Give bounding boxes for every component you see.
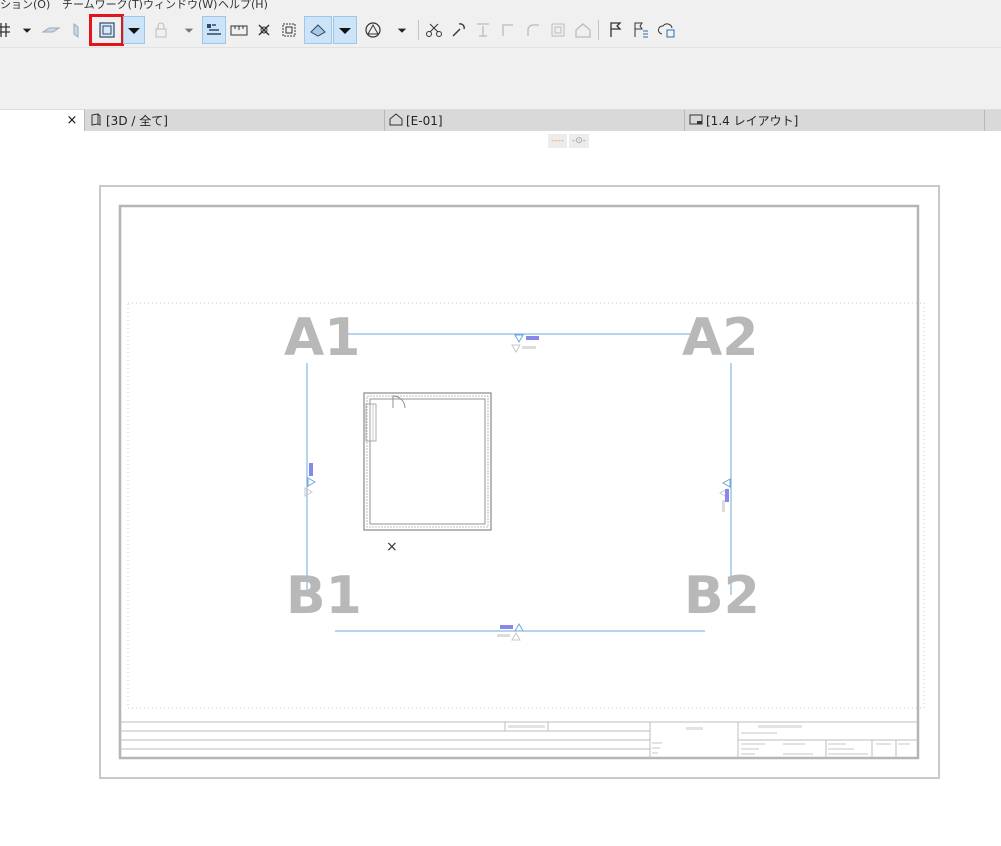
surface-icon[interactable] — [362, 16, 384, 44]
dimension-icon[interactable] — [228, 16, 250, 44]
flag-list-icon[interactable] — [630, 16, 652, 44]
tab-3d-view[interactable]: [3D / 全て] — [84, 110, 384, 131]
chevron-down-icon[interactable] — [395, 16, 409, 44]
grid-snap-icon[interactable] — [0, 16, 16, 44]
grid-label-a1: A1 — [284, 308, 360, 368]
visibility-eye-icon[interactable]: -⊙- — [569, 134, 590, 148]
grid-label-b1: B1 — [286, 566, 362, 626]
suspend-group-icon[interactable] — [304, 16, 332, 44]
tab-label: [1.4 レイアウト] — [706, 114, 799, 128]
origin-marker-icon: × — [386, 539, 398, 555]
flag-icon[interactable] — [604, 16, 626, 44]
tab-elevation[interactable]: [E-01] — [384, 110, 684, 131]
menu-options[interactable]: ション(O) — [0, 0, 50, 12]
slab-icon[interactable] — [40, 16, 62, 44]
drawing-canvas[interactable]: A1 A2 B1 B2 × — [0, 131, 1001, 846]
group-select-icon[interactable] — [278, 16, 300, 44]
tab-label: [3D / 全て] — [106, 114, 168, 128]
intersect-icon[interactable] — [497, 16, 519, 44]
cross-snap-icon[interactable] — [253, 16, 275, 44]
chevron-down-icon[interactable] — [182, 16, 196, 44]
split-icon[interactable] — [423, 16, 445, 44]
toolbar-separator — [598, 20, 599, 40]
tab-bar: [3D / 全て] [E-01] [1.4 レイアウト] — [0, 110, 1001, 131]
grid-label-a2: A2 — [682, 308, 758, 368]
roof-icon[interactable] — [572, 16, 594, 44]
line-display-toggle[interactable]: ---- — [548, 134, 567, 148]
offset-icon[interactable] — [547, 16, 569, 44]
3d-view-icon — [89, 112, 103, 129]
tab-overflow — [984, 110, 1001, 131]
cloud-sync-icon[interactable] — [656, 16, 678, 44]
toolbar — [0, 12, 1001, 48]
grid-label-b2: B2 — [684, 566, 760, 626]
chevron-down-icon[interactable] — [20, 16, 34, 44]
fillet-icon[interactable] — [522, 16, 544, 44]
layer-group-icon[interactable] — [202, 16, 226, 44]
menu-bar: ション(O) チームワーク(T) ウィンドウ(W) ヘルプ(H) — [0, 0, 1001, 12]
trace-reference-icon[interactable] — [89, 14, 124, 46]
elevation-icon — [389, 112, 403, 129]
tab-label: [E-01] — [406, 113, 443, 128]
tab-layout[interactable]: [1.4 レイアウト] — [684, 110, 984, 131]
view-controls: ---- -⊙- — [548, 134, 590, 148]
close-icon[interactable]: × — [60, 110, 84, 131]
menu-window[interactable]: ウィンドウ(W) — [143, 0, 217, 12]
layout-sheet-border — [99, 185, 940, 779]
menu-teamwork[interactable]: チームワーク(T) — [62, 0, 143, 12]
chevron-down-icon[interactable] — [123, 16, 145, 44]
menu-help[interactable]: ヘルプ(H) — [218, 0, 268, 12]
toolbar-separator — [418, 20, 419, 40]
adjust-icon[interactable] — [448, 16, 470, 44]
chevron-down-icon[interactable] — [333, 16, 357, 44]
info-box — [0, 48, 1001, 110]
elevate-icon[interactable] — [472, 16, 494, 44]
layout-icon — [689, 112, 703, 129]
wall-icon[interactable] — [66, 16, 88, 44]
lock-icon[interactable] — [150, 16, 172, 44]
